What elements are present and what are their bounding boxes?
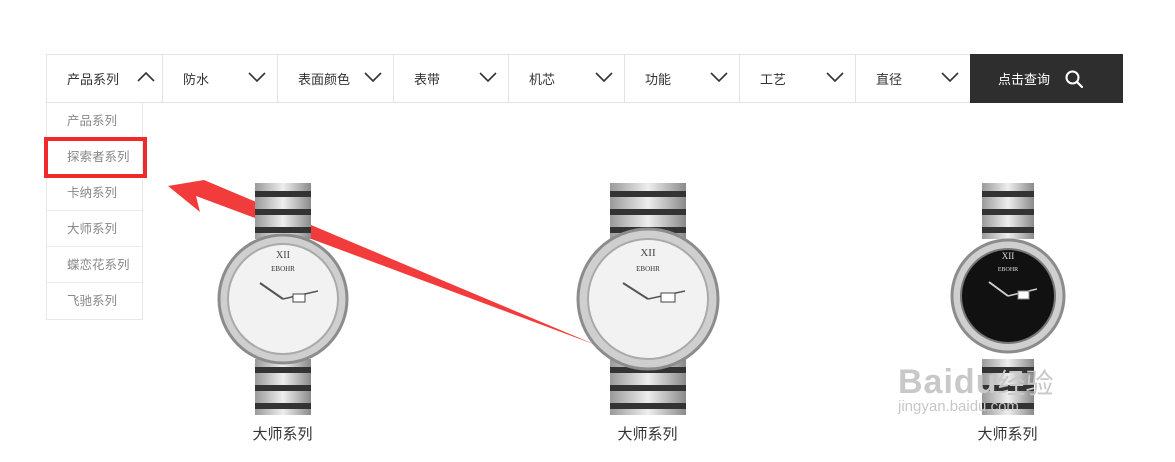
baidu-jingyan-watermark: Baidu经验 jingyan.baidu.com xyxy=(898,362,1053,415)
svg-text:XII: XII xyxy=(640,247,656,259)
svg-text:EBOHR: EBOHR xyxy=(636,265,660,273)
product-card[interactable]: EBOHR XII 大师系列 xyxy=(565,183,730,444)
product-card[interactable]: EBOHR XII 大师系列 xyxy=(200,183,365,444)
svg-text:XII: XII xyxy=(1002,251,1015,261)
product-name: 大师系列 xyxy=(617,425,678,443)
watch-image: EBOHR XII xyxy=(217,183,349,415)
watermark-logo-latin: Bai xyxy=(898,363,954,401)
watermark-logo-cn: 经验 xyxy=(997,368,1054,399)
svg-text:XII: XII xyxy=(276,250,290,261)
svg-text:EBOHR: EBOHR xyxy=(271,265,295,273)
watch-image: EBOHR XII xyxy=(576,183,720,415)
product-name: 大师系列 xyxy=(977,425,1038,443)
svg-text:EBOHR: EBOHR xyxy=(998,267,1018,273)
product-name: 大师系列 xyxy=(252,425,313,443)
watermark-logo-mid: du xyxy=(953,363,998,401)
